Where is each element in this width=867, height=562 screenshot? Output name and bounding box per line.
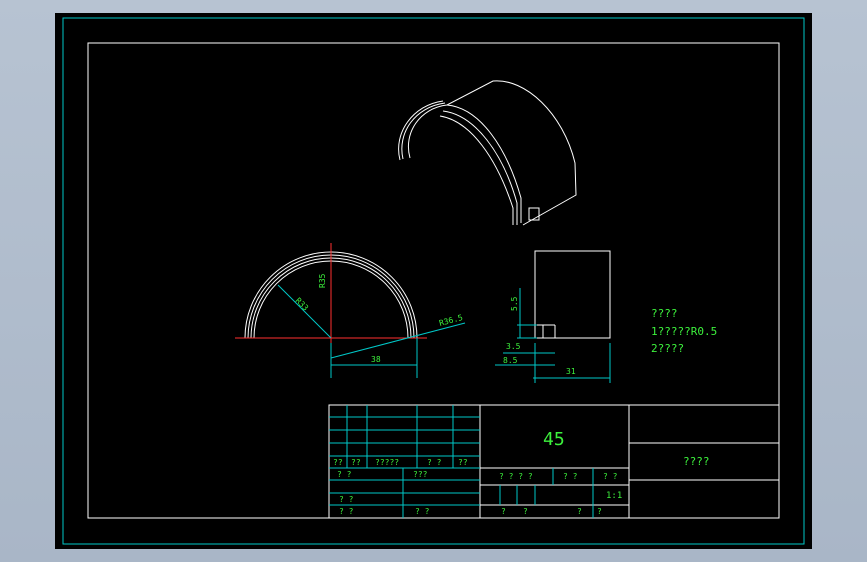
notes-line-1: 1?????R0.5 xyxy=(651,325,717,338)
tb-label: ?? xyxy=(333,458,343,467)
notes-line-2: 2???? xyxy=(651,342,684,355)
tb-label: ? ? xyxy=(339,495,354,504)
inner-border xyxy=(87,42,780,519)
dim-3-5: 3.5 xyxy=(506,342,521,351)
tb-label: ????? xyxy=(375,458,399,467)
dim-38: 38 xyxy=(371,355,381,364)
drawing-sheet: R33 R35 R36.5 38 5.5 3.5 8.5 31 ???? 1??… xyxy=(55,13,812,549)
front-view-dimensions xyxy=(277,284,466,378)
scale-value: 1:1 xyxy=(606,491,622,501)
title-block-labels: ?? ?? ????? ? ? ?? ? ? ??? ? ? ? ? ? ? ?… xyxy=(333,458,618,516)
notes-title: ???? xyxy=(651,307,678,320)
technical-notes: ???? 1?????R0.5 2???? xyxy=(651,307,717,355)
tb-label: ??? xyxy=(413,470,428,479)
side-view xyxy=(534,250,611,339)
tb-label: ? ? xyxy=(339,507,354,516)
tb-label: ? ? xyxy=(603,472,618,481)
isometric-view xyxy=(398,80,577,226)
tb-label: ? ? xyxy=(415,507,430,516)
cad-drawing: R33 R35 R36.5 38 5.5 3.5 8.5 31 ???? 1??… xyxy=(62,17,805,545)
tb-label: ? ? xyxy=(427,458,442,467)
dim-r36-5: R36.5 xyxy=(438,313,464,328)
tb-label: ? xyxy=(597,507,602,516)
tb-label: ? xyxy=(501,507,506,516)
tb-label: ?? xyxy=(458,458,468,467)
tb-label: ? xyxy=(577,507,582,516)
dim-31: 31 xyxy=(566,367,576,376)
tb-label: ? ? xyxy=(563,472,578,481)
part-name: ???? xyxy=(683,455,710,468)
dim-r35: R35 xyxy=(318,273,327,288)
material-label: 45 xyxy=(543,429,565,450)
tb-label: ? ? xyxy=(337,470,352,479)
tb-label: ? xyxy=(523,507,528,516)
dim-r33: R33 xyxy=(294,296,311,313)
dim-8-5: 8.5 xyxy=(503,356,518,365)
dim-5-5: 5.5 xyxy=(510,296,519,311)
tb-label: ? ? ? ? xyxy=(499,472,533,481)
tb-label: ?? xyxy=(351,458,361,467)
